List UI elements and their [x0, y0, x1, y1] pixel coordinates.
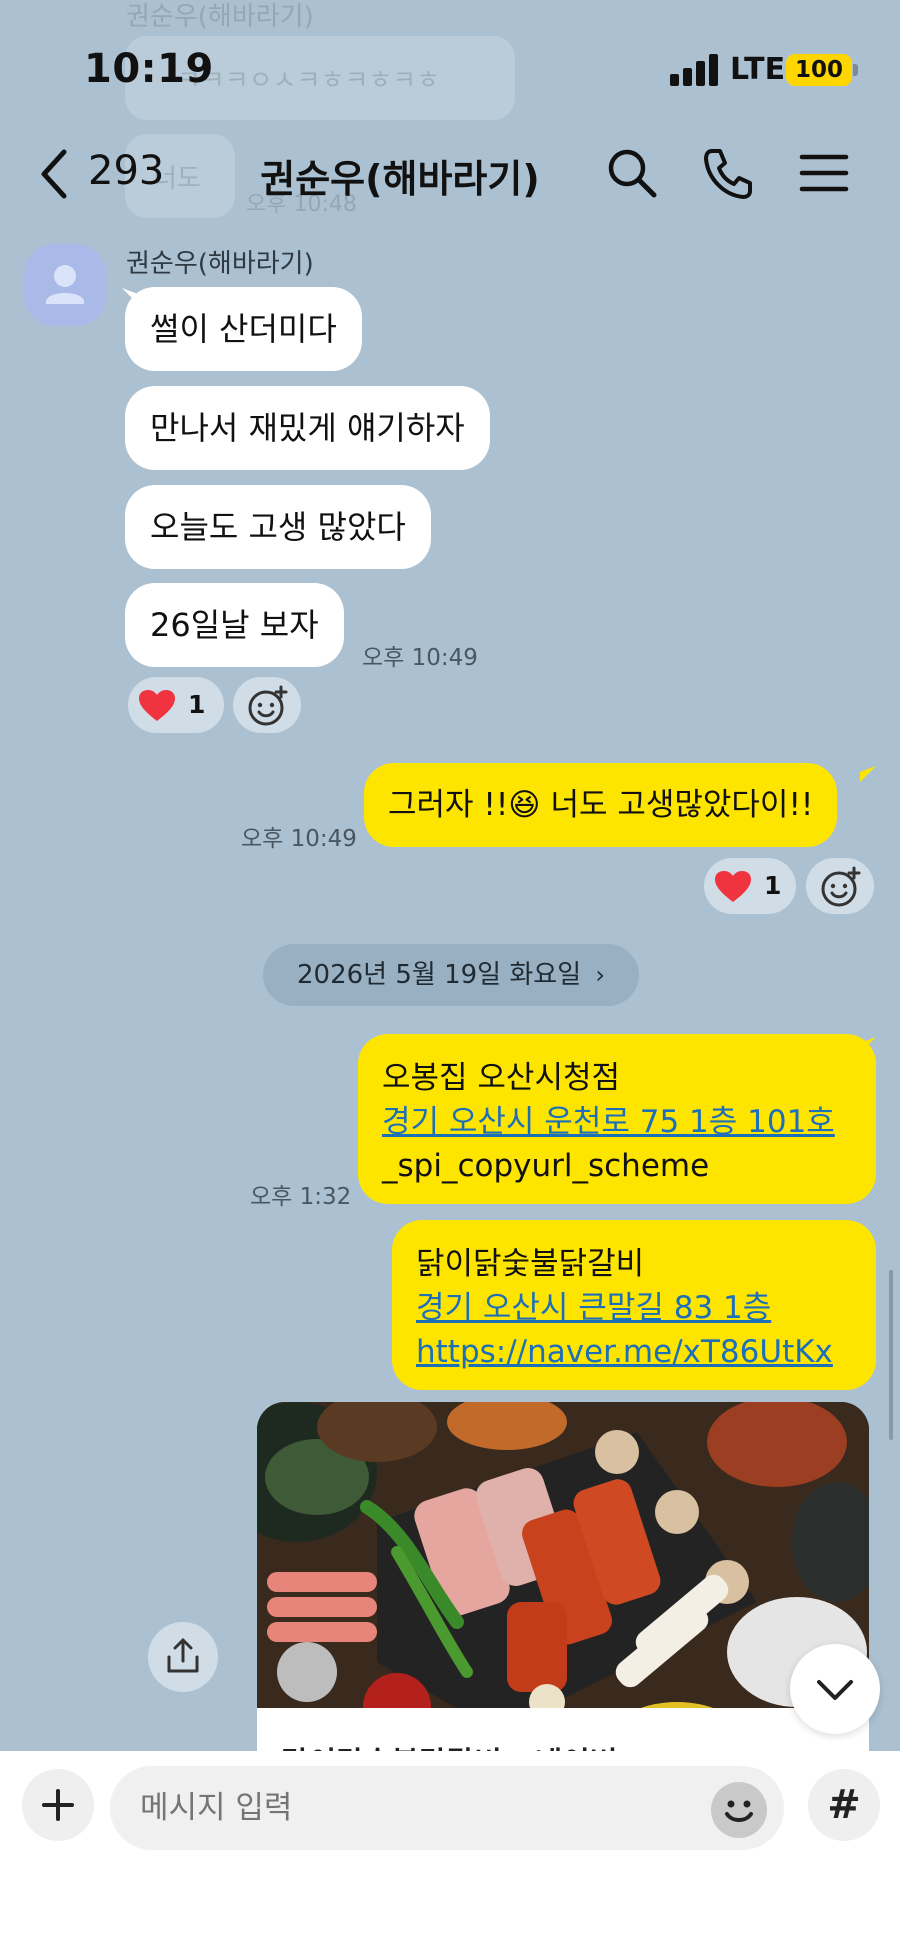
battery-nub — [853, 64, 858, 76]
heart-icon — [715, 871, 751, 902]
message-time: 오후 10:49 — [241, 826, 357, 852]
back-icon[interactable] — [36, 146, 72, 202]
scroll-down-button[interactable] — [790, 1644, 880, 1734]
place-name: 오봉집 오산시청점 — [382, 1060, 621, 1096]
bubble-tail — [860, 766, 876, 782]
phone-icon[interactable] — [700, 145, 756, 201]
reaction-count: 1 — [188, 690, 206, 719]
incoming-message[interactable]: 만나서 재밌게 얘기하자 — [125, 386, 490, 470]
attach-button[interactable] — [22, 1769, 94, 1841]
network-type: LTE — [730, 52, 786, 87]
avatar[interactable] — [24, 244, 106, 326]
reaction-pill[interactable]: 1 — [704, 858, 796, 914]
hashtag-search-button[interactable]: # — [808, 1769, 880, 1841]
chat-title[interactable]: 권순우(해바라기) — [220, 148, 580, 203]
battery-icon: 100 — [786, 54, 852, 86]
incoming-message[interactable]: 오늘도 고생 많았다 — [125, 485, 431, 569]
chevron-down-icon — [817, 1680, 853, 1700]
share-icon — [167, 1638, 199, 1673]
incoming-message[interactable]: 26일날 보자 — [125, 583, 344, 667]
add-reaction-button[interactable] — [806, 858, 874, 914]
address-link[interactable]: 경기 오산시 큰말길 83 1층 — [416, 1286, 852, 1330]
signal-icon — [670, 54, 720, 86]
reaction-count: 1 — [764, 871, 782, 900]
emoji-icon — [725, 1800, 753, 1822]
place-name: 닭이닭숯불닭갈비 — [416, 1246, 645, 1282]
status-time: 10:19 — [84, 46, 214, 92]
smiley-plus-icon — [821, 866, 861, 907]
date-divider[interactable]: 2026년 5월 19일 화요일 › — [263, 944, 639, 1006]
chevron-right-icon: › — [595, 961, 605, 989]
bubble-tail — [860, 1037, 876, 1053]
menu-icon[interactable] — [796, 145, 852, 201]
incoming-message[interactable]: 썰이 산더미다 — [125, 287, 362, 371]
place-message[interactable]: 오봉집 오산시청점 경기 오산시 운천로 75 1층 101호 _spi_cop… — [358, 1034, 876, 1204]
scrollbar[interactable] — [889, 1270, 893, 1440]
address-link[interactable]: 경기 오산시 운천로 75 1층 101호 — [382, 1100, 852, 1144]
date-text: 2026년 5월 19일 화요일 — [297, 960, 582, 990]
sender-name: 권순우(해바라기) — [126, 249, 314, 279]
place-message[interactable]: 닭이닭숯불닭갈비 경기 오산시 큰말길 83 1층 https://naver.… — [392, 1220, 876, 1390]
url-link[interactable]: https://naver.me/xT86UtKx — [416, 1330, 852, 1374]
outgoing-message[interactable]: 그러자 !!😆 너도 고생많았다이!! — [364, 763, 838, 847]
scheme-text: _spi_copyurl_scheme — [382, 1148, 710, 1184]
unread-count[interactable]: 293 — [88, 148, 164, 194]
message-time: 오후 10:49 — [362, 645, 478, 671]
share-button[interactable] — [148, 1622, 218, 1692]
reaction-pill[interactable]: 1 — [128, 677, 224, 733]
heart-icon — [139, 690, 175, 721]
plus-icon — [42, 1789, 74, 1821]
add-reaction-button[interactable] — [233, 677, 301, 733]
search-icon[interactable] — [604, 145, 660, 201]
ghost-sender-name: 권순우(해바라기) — [126, 2, 314, 32]
message-input[interactable] — [110, 1766, 784, 1850]
message-time: 오후 1:32 — [250, 1184, 352, 1210]
smiley-plus-icon — [248, 685, 288, 726]
emoji-button[interactable] — [711, 1782, 767, 1838]
